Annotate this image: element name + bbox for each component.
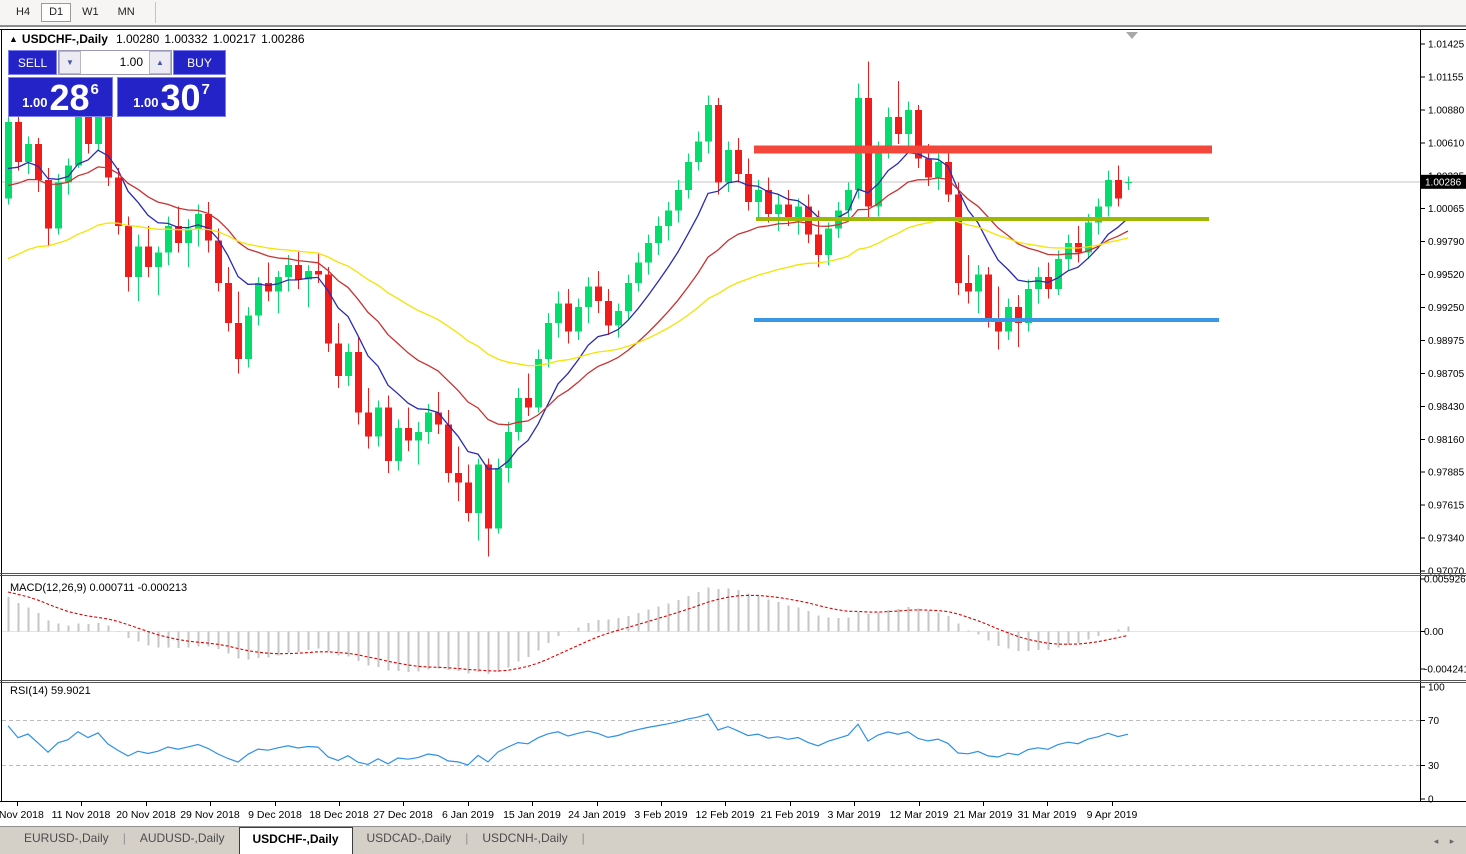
- ohlc-low: 1.00217: [213, 32, 256, 46]
- volume-value[interactable]: 1.00: [81, 51, 149, 74]
- time-tick-label: 31 Mar 2019: [1018, 809, 1077, 821]
- time-tick-label: 29 Nov 2018: [180, 809, 240, 821]
- time-tick-label: 12 Feb 2019: [696, 809, 755, 821]
- one-click-trading-panel: SELL ▼ 1.00 ▲ BUY 1.00286 1.00307: [8, 50, 226, 117]
- price-tick-label: 0.97340: [1428, 534, 1465, 545]
- chart-window: 1.014251.011551.008801.006101.003351.000…: [0, 26, 1466, 826]
- macd-indicator-label: MACD(12,26,9) 0.000711 -0.000213: [10, 582, 187, 594]
- time-tick-label: 21 Feb 2019: [761, 809, 820, 821]
- chart-tab-eurusd[interactable]: EURUSD-,Daily: [10, 827, 123, 851]
- price-chart-canvas[interactable]: 1.014251.011551.008801.006101.003351.000…: [0, 29, 1466, 827]
- macd-tick-label: 0.00: [1424, 627, 1444, 638]
- time-tick-label: 3 Mar 2019: [827, 809, 880, 821]
- buy-price-big-digits: 30: [160, 80, 200, 116]
- collapse-triangle-icon[interactable]: ▲: [9, 34, 18, 44]
- chart-background: [0, 29, 1466, 827]
- support-line-olive: [756, 217, 1209, 221]
- price-tick-label: 0.98975: [1428, 336, 1465, 347]
- ohlc-open: 1.00280: [116, 32, 159, 46]
- tab-separator: |: [582, 827, 585, 845]
- rsi-tick-label: 0: [1428, 795, 1434, 806]
- volume-decrease-button[interactable]: ▼: [59, 51, 81, 74]
- sell-button[interactable]: SELL: [8, 50, 57, 75]
- chart-tab-audusd[interactable]: AUDUSD-,Daily: [126, 827, 239, 851]
- timeframe-tab-h4[interactable]: H4: [8, 3, 38, 22]
- price-tick-label: 1.00880: [1428, 105, 1465, 116]
- volume-spinner: ▼ 1.00 ▲: [58, 50, 172, 75]
- up-arrow-icon: ▲: [156, 58, 164, 67]
- rsi-indicator-label: RSI(14) 59.9021: [10, 685, 91, 697]
- timeframe-toolbar: H4D1W1MN: [0, 0, 1466, 26]
- price-tick-label: 1.00065: [1428, 204, 1465, 215]
- ohlc-close: 1.00286: [261, 32, 304, 46]
- chart-tab-usdcnh[interactable]: USDCNH-,Daily: [468, 827, 581, 851]
- volume-increase-button[interactable]: ▲: [149, 51, 171, 74]
- time-tick-label: 21 Mar 2019: [954, 809, 1013, 821]
- rsi-tick-label: 100: [1428, 683, 1445, 694]
- support-line-blue: [754, 318, 1219, 322]
- price-tick-label: 0.97885: [1428, 468, 1465, 479]
- time-tick-label: 11 Nov 2018: [52, 809, 111, 821]
- chart-title: ▲ USDCHF-,Daily 1.00280 1.00332 1.00217 1.002…: [9, 32, 310, 46]
- time-tick-label: 18 Dec 2018: [309, 809, 369, 821]
- time-tick-label: 9 Apr 2019: [1087, 809, 1138, 821]
- tab-scroll-arrows: ◂ ▸: [1428, 834, 1460, 848]
- chart-tab-usdcad[interactable]: USDCAD-,Daily: [353, 827, 466, 851]
- macd-tick-label: 0.005926: [1424, 575, 1466, 586]
- tab-scroll-left-button[interactable]: ◂: [1428, 834, 1444, 848]
- chart-tab-usdchf[interactable]: USDCHF-,Daily: [239, 827, 353, 854]
- price-tick-label: 0.98705: [1428, 369, 1465, 380]
- price-tick-label: 1.01425: [1428, 40, 1465, 51]
- rsi-tick-label: 30: [1428, 761, 1440, 772]
- buy-price-prefix: 1.00: [133, 95, 158, 110]
- price-tick-label: 1.00610: [1428, 138, 1465, 149]
- down-arrow-icon: ▼: [66, 58, 74, 67]
- buy-price-pip: 7: [202, 81, 210, 98]
- mt4-application-window: H4D1W1MN 1.01425 1.01155 1.00880 1.00610 1.0…: [0, 0, 1466, 854]
- resistance-band-red: [754, 145, 1212, 153]
- chart-tab-bar: EURUSD-,Daily | AUDUSD-,DailyUSDCHF-,Daily…: [0, 826, 1466, 854]
- price-tick-label: 0.99520: [1428, 270, 1465, 281]
- time-tick-label: 9 Dec 2018: [248, 809, 302, 821]
- timeframe-tab-d1[interactable]: D1: [41, 3, 71, 22]
- time-tick-label: 27 Dec 2018: [373, 809, 433, 821]
- price-tick-label: 0.99250: [1428, 303, 1465, 314]
- time-tick-label: 1 Nov 2018: [0, 809, 44, 821]
- buy-button[interactable]: BUY: [173, 50, 226, 75]
- macd-tick-label: -0.004241: [1424, 665, 1466, 676]
- current-price-tag-text: 1.00286: [1425, 177, 1462, 188]
- sell-price-big-digits: 28: [49, 80, 89, 116]
- toolbar-separator: [155, 2, 156, 23]
- price-tick-label: 1.01155: [1428, 72, 1464, 83]
- time-tick-label: 15 Jan 2019: [503, 809, 561, 821]
- rsi-tick-label: 70: [1428, 716, 1440, 727]
- ohlc-high: 1.00332: [164, 32, 207, 46]
- timeframe-tab-mn[interactable]: MN: [110, 3, 143, 22]
- time-tick-label: 3 Feb 2019: [634, 809, 687, 821]
- price-tick-label: 0.99790: [1428, 237, 1465, 248]
- sell-price-prefix: 1.00: [22, 95, 47, 110]
- time-tick-label: 6 Jan 2019: [442, 809, 494, 821]
- timeframe-tab-group: H4D1W1MN: [8, 3, 146, 22]
- chart-symbol-label: USDCHF-,Daily: [22, 32, 108, 46]
- price-tick-label: 0.98160: [1428, 435, 1465, 446]
- timeframe-tab-w1[interactable]: W1: [74, 3, 107, 22]
- buy-price-box[interactable]: 1.00307: [117, 77, 226, 117]
- sell-price-pip: 6: [91, 81, 99, 98]
- time-tick-label: 12 Mar 2019: [890, 809, 949, 821]
- tab-scroll-right-button[interactable]: ▸: [1444, 834, 1460, 848]
- price-tick-label: 0.97615: [1428, 501, 1465, 512]
- time-tick-label: 20 Nov 2018: [116, 809, 176, 821]
- sell-price-box[interactable]: 1.00286: [8, 77, 113, 117]
- time-tick-label: 24 Jan 2019: [568, 809, 626, 821]
- chart-tab-group: EURUSD-,Daily | AUDUSD-,DailyUSDCHF-,Daily…: [10, 827, 585, 854]
- price-tick-label: 0.98430: [1428, 402, 1465, 413]
